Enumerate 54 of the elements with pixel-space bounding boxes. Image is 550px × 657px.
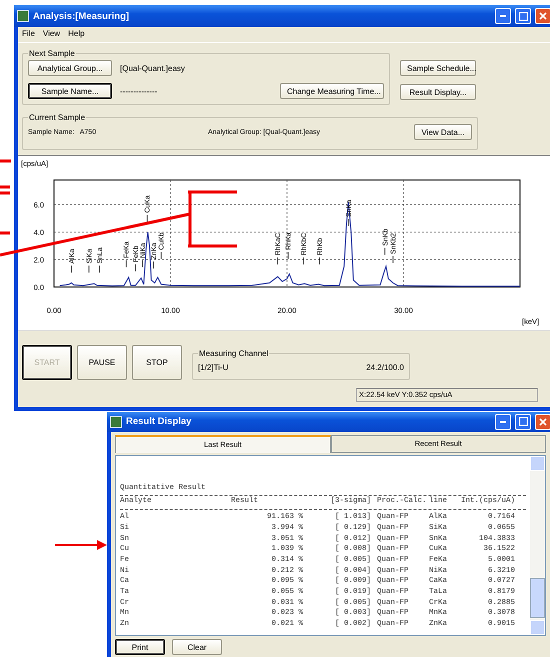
peak-marker — [153, 261, 154, 269]
maximize-icon — [518, 12, 528, 20]
peak-marker — [288, 252, 289, 260]
peak-marker — [319, 257, 320, 265]
app-icon — [17, 10, 29, 22]
dialog-button[interactable]: Clear — [172, 639, 222, 655]
close-icon — [539, 12, 547, 20]
maximize-icon — [518, 417, 528, 426]
field-value: -------------- — [120, 86, 158, 96]
close-button[interactable] — [535, 414, 550, 430]
window-title: Analysis:[Measuring] — [33, 10, 130, 22]
peak-marker — [302, 257, 304, 265]
peak-marker — [142, 260, 143, 268]
peak-marker — [99, 265, 100, 273]
minimize-icon — [500, 15, 506, 17]
peak-marker — [277, 257, 278, 265]
dialog-button[interactable]: Result Display... — [400, 84, 476, 100]
peak-marker — [160, 252, 162, 260]
peak-marker — [135, 264, 136, 272]
channel-text: [1/2]Ti-U — [198, 362, 230, 372]
close-button[interactable] — [535, 8, 550, 24]
minimize-icon — [500, 420, 506, 423]
close-icon — [539, 418, 547, 426]
minimize-button[interactable] — [495, 414, 511, 430]
peak-marker — [71, 265, 72, 273]
menu-item[interactable]: View — [42, 29, 60, 40]
progress-text: 24.2/100.0 — [366, 362, 404, 372]
maximize-button[interactable] — [515, 8, 531, 24]
group-title: Next Sample — [28, 49, 76, 58]
dialog-button[interactable]: Sample Schedule... — [400, 60, 476, 76]
window-title: Result Display — [126, 416, 192, 428]
dialog-button[interactable]: Analytical Group... — [28, 60, 112, 76]
scrollbar[interactable] — [530, 456, 545, 635]
change-time-button[interactable]: Change Measuring Time... — [280, 83, 384, 99]
menu-item[interactable]: Help — [68, 29, 85, 40]
minimize-button[interactable] — [495, 8, 511, 24]
peak-marker — [146, 214, 148, 222]
maximize-button[interactable] — [515, 414, 531, 430]
arrow-drawing — [55, 540, 107, 550]
dialog-button[interactable]: Print — [115, 639, 165, 655]
control-button[interactable]: STOP — [132, 345, 182, 380]
group-title: Measuring Channel — [198, 349, 270, 358]
app-icon — [110, 416, 122, 428]
group-title: Current Sample — [28, 113, 86, 122]
menu-item[interactable]: File — [22, 29, 35, 40]
peak-marker — [348, 218, 350, 226]
control-button[interactable]: PAUSE — [77, 345, 127, 380]
dialog-button[interactable]: Sample Name... — [28, 83, 112, 99]
peak-marker — [384, 247, 386, 256]
field-value: [Qual-Quant.]easy — [120, 64, 186, 72]
peak-marker — [88, 265, 90, 273]
view-data-button[interactable]: View Data... — [414, 124, 472, 140]
peak-marker — [392, 256, 394, 264]
peak-marker — [126, 260, 127, 268]
